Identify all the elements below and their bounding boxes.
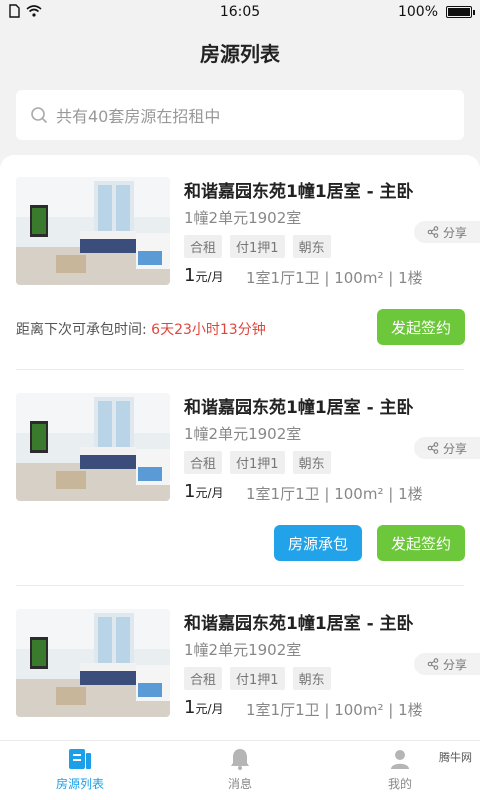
sign-contract-button[interactable]: 发起签约 xyxy=(377,309,465,345)
watermark: 腾牛网 xyxy=(439,751,472,764)
listing-tags: 合租 付1押1 朝东 xyxy=(184,235,331,258)
listing-photo[interactable] xyxy=(16,393,170,501)
status-icons-right: 100% xyxy=(397,4,475,20)
share-icon xyxy=(427,658,439,670)
share-icon xyxy=(427,226,439,238)
divider xyxy=(16,585,464,586)
tab-bar: 房源列表 消息 我的 腾牛网 xyxy=(0,740,480,800)
tag: 朝东 xyxy=(292,667,331,690)
listing-price: 1元/月 xyxy=(184,265,224,286)
contract-countdown: 距离下次可承包时间: 6天23小时13分钟 xyxy=(16,319,266,339)
battery-icon xyxy=(446,6,475,18)
divider xyxy=(16,369,464,370)
tab-label: 房源列表 xyxy=(55,777,104,791)
sign-contract-button[interactable]: 发起签约 xyxy=(377,525,465,561)
listing-title[interactable]: 和谐嘉园东苑1幢1居室 - 主卧 xyxy=(184,609,414,634)
battery-percent: 100% xyxy=(397,4,438,20)
listing-meta: 1室1厅1卫 | 100m² | 1楼 xyxy=(246,269,423,287)
listing-meta: 1室1厅1卫 | 100m² | 1楼 xyxy=(246,485,423,503)
tab-profile[interactable]: 我的 xyxy=(360,747,440,792)
tag: 付1押1 xyxy=(230,451,285,474)
tag: 付1押1 xyxy=(230,235,285,258)
tab-house-list[interactable]: 房源列表 xyxy=(40,747,120,792)
tag: 付1押1 xyxy=(230,667,285,690)
price-value: 1 xyxy=(184,265,196,286)
listing-photo[interactable] xyxy=(16,177,170,285)
listing-title[interactable]: 和谐嘉园东苑1幢1居室 - 主卧 xyxy=(184,393,414,418)
user-icon xyxy=(391,750,409,769)
tag: 合租 xyxy=(184,451,223,474)
price-unit: 元/月 xyxy=(195,486,224,500)
page-title: 房源列表 xyxy=(200,42,280,66)
listing-tags: 合租 付1押1 朝东 xyxy=(184,451,331,474)
search-icon xyxy=(31,107,48,124)
tag: 合租 xyxy=(184,667,223,690)
listing-address: 1幢2单元1902室 xyxy=(184,425,302,443)
share-icon xyxy=(427,442,439,454)
tab-label: 消息 xyxy=(227,777,252,791)
price-value: 1 xyxy=(184,697,196,718)
listing-title[interactable]: 和谐嘉园东苑1幢1居室 - 主卧 xyxy=(184,177,414,202)
tab-label: 我的 xyxy=(387,777,412,791)
listing-address: 1幢2单元1902室 xyxy=(184,209,302,227)
listing-meta: 1室1厅1卫 | 100m² | 1楼 xyxy=(246,701,423,719)
share-button[interactable]: 分享 xyxy=(414,653,480,675)
listing-price: 1元/月 xyxy=(184,481,224,502)
countdown-value: 6天23小时13分钟 xyxy=(151,322,266,338)
tag: 朝东 xyxy=(292,451,331,474)
share-label: 分享 xyxy=(442,225,467,240)
status-bar: 16:05 100% xyxy=(0,0,480,26)
house-list-icon xyxy=(69,749,91,769)
tag: 合租 xyxy=(184,235,223,258)
listing-price: 1元/月 xyxy=(184,697,224,718)
listing-address: 1幢2单元1902室 xyxy=(184,641,302,659)
bell-icon xyxy=(231,749,249,770)
share-button[interactable]: 分享 xyxy=(414,437,480,459)
price-value: 1 xyxy=(184,481,196,502)
share-button[interactable]: 分享 xyxy=(414,221,480,243)
house-contract-button[interactable]: 房源承包 xyxy=(274,525,362,561)
tag: 朝东 xyxy=(292,235,331,258)
search-placeholder: 共有40套房源在招租中 xyxy=(56,107,221,126)
price-unit: 元/月 xyxy=(195,702,224,716)
share-label: 分享 xyxy=(442,441,467,456)
share-label: 分享 xyxy=(442,657,467,672)
price-unit: 元/月 xyxy=(195,270,224,284)
countdown-label: 距离下次可承包时间: xyxy=(16,322,147,338)
listing-list[interactable]: 和谐嘉园东苑1幢1居室 - 主卧 1幢2单元1902室 合租 付1押1 朝东 分… xyxy=(0,155,480,740)
listing-tags: 合租 付1押1 朝东 xyxy=(184,667,331,690)
tab-messages[interactable]: 消息 xyxy=(200,747,280,792)
listing-photo[interactable] xyxy=(16,609,170,717)
search-bar[interactable]: 共有40套房源在招租中 xyxy=(16,90,464,140)
